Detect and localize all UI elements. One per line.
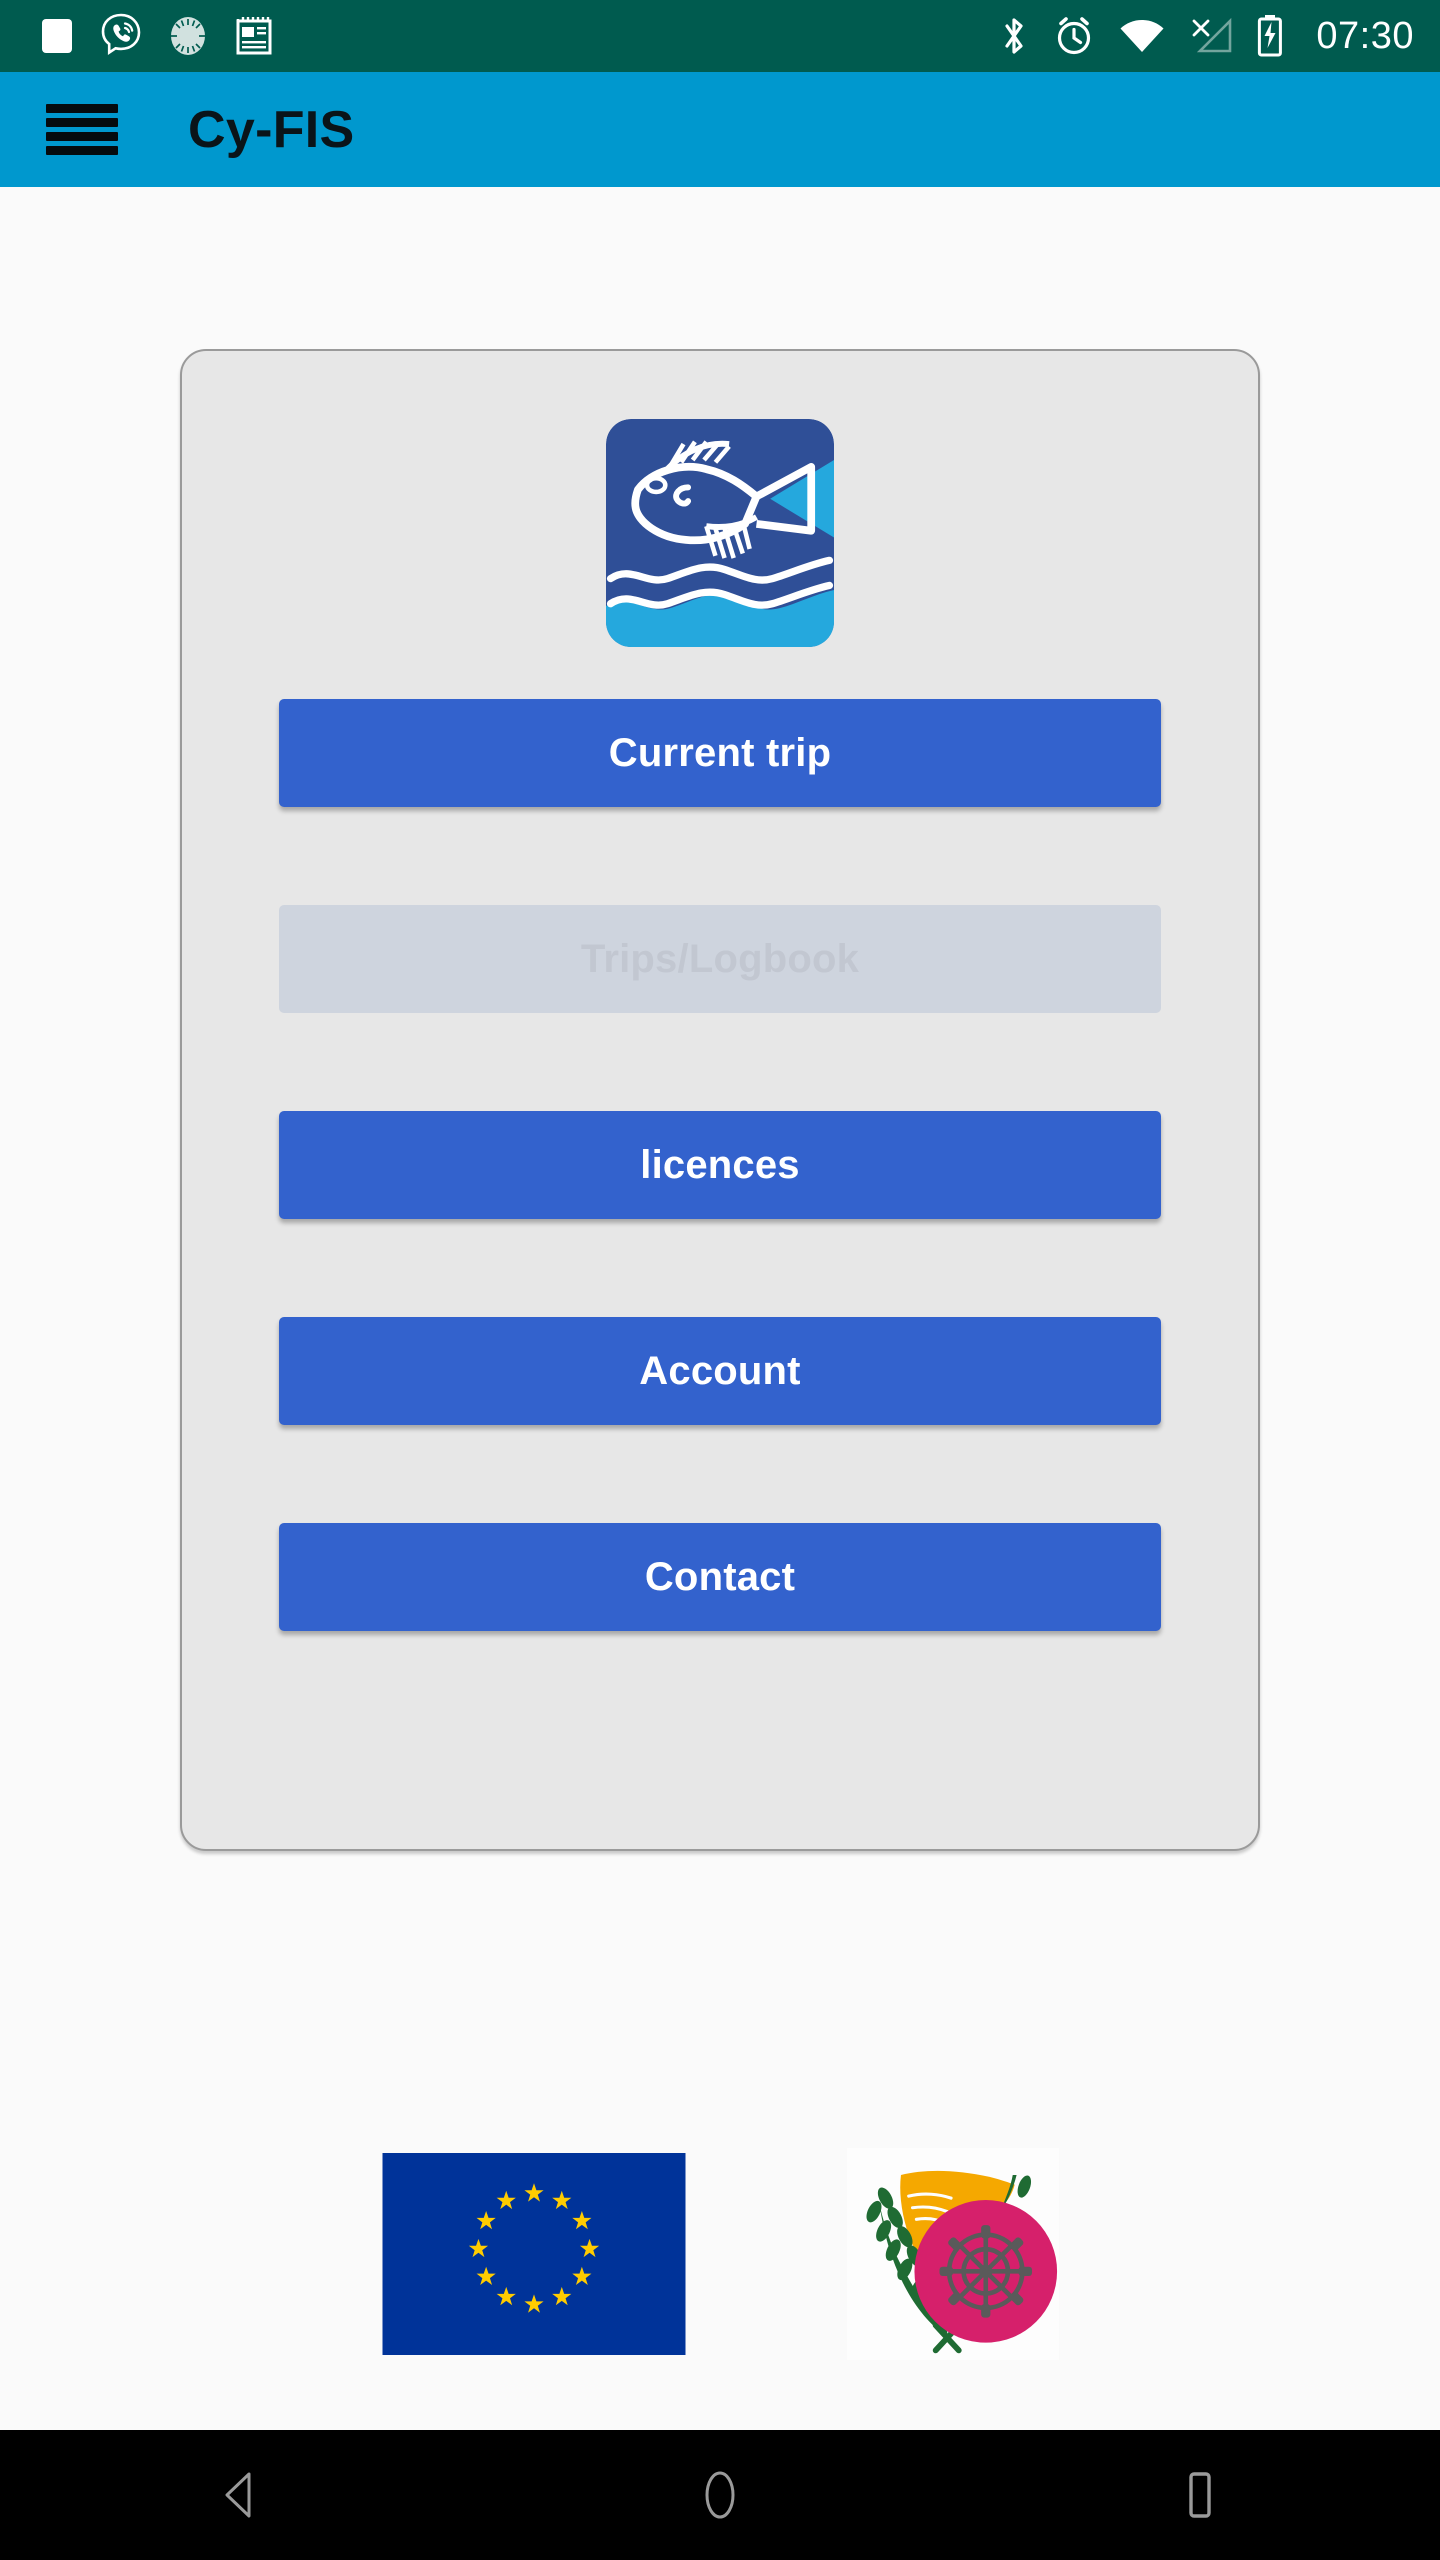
status-bar-clock: 07:30 — [1316, 14, 1414, 57]
phone-screen: 07:30 Cy-FIS Current trip Trips/Logbook … — [0, 0, 1440, 2560]
nav-back-button[interactable] — [160, 2430, 320, 2560]
nav-home-button[interactable] — [640, 2430, 800, 2560]
viber-icon — [100, 13, 142, 59]
wifi-icon — [1118, 16, 1166, 56]
trips-logbook-button: Trips/Logbook — [279, 905, 1161, 1013]
app-title: Cy-FIS — [188, 100, 355, 159]
current-trip-button[interactable]: Current trip — [279, 699, 1161, 807]
trips-logbook-button-label: Trips/Logbook — [580, 936, 860, 981]
sync-spinner-icon — [168, 15, 208, 57]
status-bar: 07:30 — [0, 0, 1440, 72]
account-button[interactable]: Account — [279, 1317, 1161, 1425]
no-mobile-signal-icon — [1188, 15, 1234, 57]
menu-button-list: Current trip Trips/Logbook licences Acco… — [279, 699, 1161, 1631]
status-bar-notifications — [40, 13, 274, 59]
licences-button-label: licences — [640, 1142, 800, 1187]
alarm-clock-icon — [1052, 14, 1096, 58]
current-trip-button-label: Current trip — [608, 730, 832, 775]
nav-recents-button[interactable] — [1120, 2430, 1280, 2560]
menu-card: Current trip Trips/Logbook licences Acco… — [180, 349, 1260, 1851]
contact-button-label: Contact — [644, 1554, 796, 1599]
licences-button[interactable]: licences — [279, 1111, 1161, 1219]
status-bar-system-icons: 07:30 — [998, 14, 1414, 58]
app-bar: Cy-FIS — [0, 72, 1440, 187]
battery-charging-icon — [1256, 14, 1284, 58]
footer-logos — [0, 2148, 1440, 2360]
news-document-icon — [234, 15, 274, 57]
cyprus-republic-emblem — [847, 2148, 1059, 2360]
cyfis-fish-logo — [606, 419, 834, 647]
hamburger-menu-icon[interactable] — [46, 100, 118, 160]
account-button-label: Account — [639, 1348, 801, 1393]
main-content: Current trip Trips/Logbook licences Acco… — [0, 187, 1440, 2430]
bluetooth-icon — [998, 14, 1030, 58]
european-union-flag — [381, 2153, 687, 2355]
blank-notification-icon — [40, 16, 74, 56]
contact-button[interactable]: Contact — [279, 1523, 1161, 1631]
android-navigation-bar — [0, 2430, 1440, 2560]
